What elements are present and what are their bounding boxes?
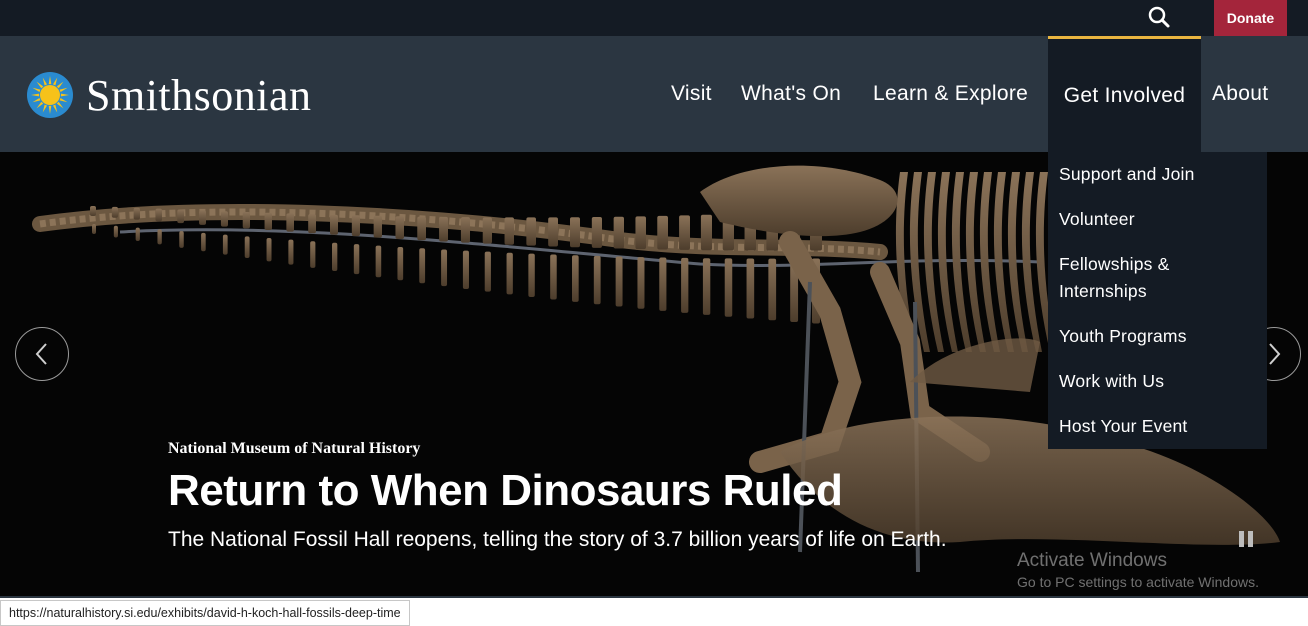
dropdown-item-host-event[interactable]: Host Your Event (1059, 413, 1259, 440)
activate-windows-title: Activate Windows (1017, 550, 1167, 571)
sun-logo-icon (27, 72, 73, 118)
carousel-pause-button[interactable] (1237, 530, 1255, 548)
donate-button[interactable]: Donate (1214, 0, 1287, 36)
chevron-right-icon (1269, 343, 1281, 365)
dropdown-item-work-with-us[interactable]: Work with Us (1059, 368, 1259, 395)
search-icon (1148, 6, 1170, 28)
dropdown-item-fellowships[interactable]: Fellowships & Internships (1059, 251, 1209, 305)
dropdown-item-volunteer[interactable]: Volunteer (1059, 206, 1259, 233)
carousel-prev-button[interactable] (15, 327, 69, 381)
search-button[interactable] (1143, 2, 1177, 34)
get-involved-dropdown: Support and Join Volunteer Fellowships &… (1048, 152, 1267, 449)
main-header: Smithsonian Visit What's On Learn & Expl… (0, 36, 1308, 152)
dropdown-item-support-join[interactable]: Support and Join (1059, 161, 1259, 188)
hero-kicker: National Museum of Natural History (168, 440, 421, 457)
dropdown-item-youth-programs[interactable]: Youth Programs (1059, 323, 1259, 350)
status-bar-url: https://naturalhistory.si.edu/exhibits/d… (0, 600, 410, 626)
hero-title[interactable]: Return to When Dinosaurs Ruled (168, 466, 843, 516)
nav-item-get-involved[interactable]: Get Involved (1048, 36, 1201, 152)
logo-wordmark: Smithsonian (86, 70, 312, 120)
hero-subtitle: The National Fossil Hall reopens, tellin… (168, 528, 947, 551)
smithsonian-logo[interactable]: Smithsonian (26, 70, 312, 120)
activate-windows-subtitle: Go to PC settings to activate Windows. (1017, 574, 1259, 590)
pause-icon (1239, 531, 1253, 547)
utility-bar: Donate (0, 0, 1308, 36)
nav-item-learn-explore[interactable]: Learn & Explore (873, 36, 1028, 152)
nav-item-visit[interactable]: Visit (671, 36, 712, 152)
nav-item-whats-on[interactable]: What's On (741, 36, 841, 152)
nav-item-about[interactable]: About (1212, 36, 1268, 152)
chevron-left-icon (35, 343, 47, 365)
